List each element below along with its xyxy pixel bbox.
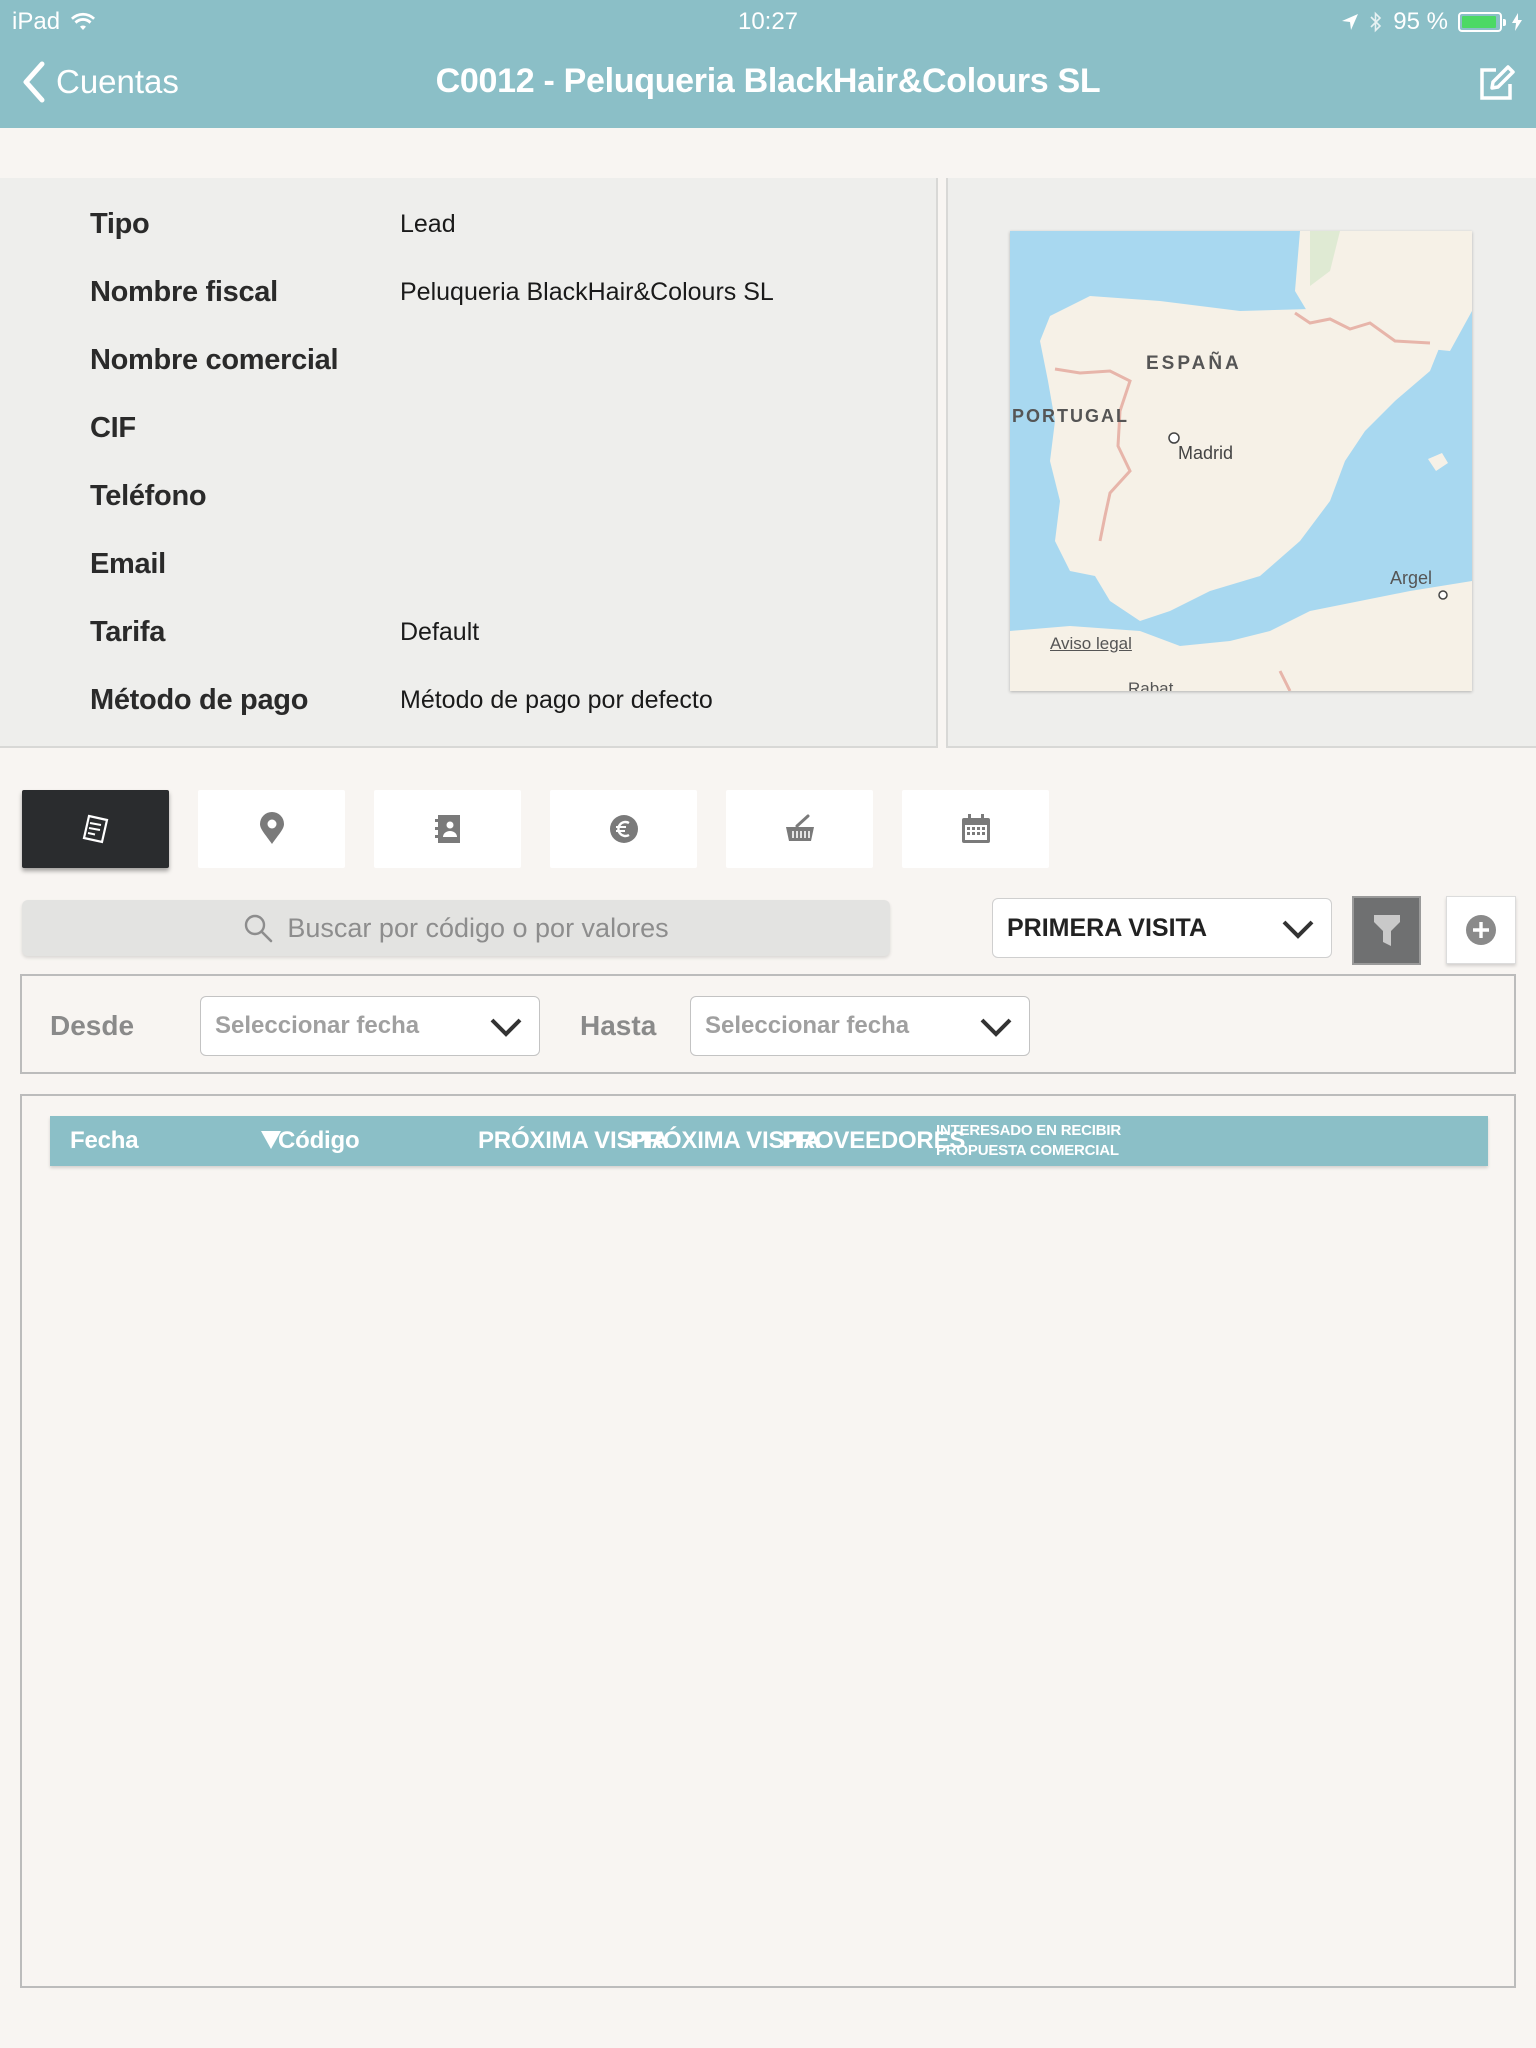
to-date-select[interactable]: Seleccionar fecha <box>690 996 1030 1056</box>
tab-orders[interactable] <box>726 790 873 868</box>
tab-contacts[interactable] <box>374 790 521 868</box>
map-label-argel: Argel <box>1390 568 1433 588</box>
info-row-tarifa: Tarifa Default <box>90 612 479 652</box>
info-row-nombre-fiscal: Nombre fiscal Peluqueria BlackHair&Colou… <box>90 272 774 312</box>
info-row-email: Email <box>90 544 400 584</box>
info-label: Nombre comercial <box>90 343 339 376</box>
to-label: Hasta <box>580 1010 657 1041</box>
add-button[interactable] <box>1446 896 1516 964</box>
tab-location[interactable] <box>198 790 345 868</box>
map-label-espana: ESPAÑA <box>1146 353 1242 374</box>
info-label: Tarifa <box>90 615 166 648</box>
basket-icon <box>785 814 814 841</box>
status-right: 95 % <box>1341 8 1522 36</box>
filter-icon <box>1373 914 1400 946</box>
map-label-madrid: Madrid <box>1178 443 1234 463</box>
map-panel: ESPAÑA PORTUGAL Madrid Argel Rabat Aviso… <box>946 178 1536 748</box>
date-filter-panel: Desde Seleccionar fecha Hasta Selecciona… <box>20 974 1516 1074</box>
header-interesado-line1: INTERESADO EN RECIBIR <box>936 1122 1121 1139</box>
tab-calendar[interactable] <box>902 790 1049 868</box>
chevron-down-icon <box>1282 920 1314 939</box>
info-label: CIF <box>90 411 136 444</box>
info-row-nombre-comercial: Nombre comercial <box>90 340 400 380</box>
visit-type-value: PRIMERA VISITA <box>1007 913 1208 942</box>
from-date-select[interactable]: Seleccionar fecha <box>200 996 540 1056</box>
info-value: Método de pago por defecto <box>400 685 713 714</box>
visit-type-select[interactable]: PRIMERA VISITA <box>992 898 1332 958</box>
battery-percent: 95 % <box>1393 8 1448 35</box>
info-row-telefono: Teléfono <box>90 476 400 516</box>
to-date-placeholder: Seleccionar fecha <box>705 1012 910 1039</box>
filter-button[interactable] <box>1352 896 1421 965</box>
chevron-down-icon <box>490 1018 522 1037</box>
location-pin-icon <box>259 812 284 844</box>
euro-icon <box>609 815 638 843</box>
info-row-cif: CIF <box>90 408 400 448</box>
info-label: Método de pago <box>90 683 309 716</box>
header-interesado[interactable]: INTERESADO EN RECIBIR PROPUESTA COMERCIA… <box>936 1116 1121 1166</box>
contacts-book-icon <box>434 815 460 843</box>
from-label: Desde <box>50 1010 135 1041</box>
header-fecha[interactable]: Fecha <box>70 1116 139 1166</box>
chevron-down-icon <box>980 1018 1012 1037</box>
info-value: Peluqueria BlackHair&Colours SL <box>400 277 774 306</box>
status-bar: iPad 10:27 95 % <box>0 0 1536 40</box>
tab-billing[interactable] <box>550 790 697 868</box>
info-value: Default <box>400 617 480 646</box>
map-label-portugal: PORTUGAL <box>1012 406 1129 426</box>
info-label: Nombre fiscal <box>90 275 278 308</box>
nav-bar: Cuentas C0012 - Peluqueria BlackHair&Col… <box>0 40 1536 128</box>
info-row-tipo: Tipo Lead <box>90 204 456 244</box>
document-icon <box>82 814 108 844</box>
visits-table-panel: Fecha Código PRÓXIMA VISITA PRÓXIMA VISI… <box>20 1094 1516 1988</box>
location-arrow-icon <box>1342 14 1359 30</box>
page-title: C0012 - Peluqueria BlackHair&Colours SL <box>435 62 1101 100</box>
header-codigo[interactable]: Código <box>278 1116 360 1166</box>
table-header: Fecha Código PRÓXIMA VISITA PRÓXIMA VISI… <box>50 1116 1488 1166</box>
info-label: Tipo <box>90 207 150 240</box>
calendar-icon <box>961 814 990 843</box>
battery-icon <box>1458 12 1506 32</box>
edit-icon[interactable] <box>1476 64 1516 104</box>
account-info-panel: Tipo Lead Nombre fiscal Peluqueria Black… <box>0 178 938 748</box>
section-tabs <box>22 790 1049 868</box>
plus-circle-icon <box>1466 915 1496 945</box>
search-placeholder: Buscar por código o por valores <box>287 912 669 943</box>
location-map[interactable]: ESPAÑA PORTUGAL Madrid Argel Rabat Aviso… <box>1010 231 1472 691</box>
status-time: 10:27 <box>737 8 799 35</box>
from-date-placeholder: Seleccionar fecha <box>215 1012 420 1039</box>
info-row-metodo-pago: Método de pago Método de pago por defect… <box>90 680 713 720</box>
info-label: Email <box>90 547 166 580</box>
info-label: Teléfono <box>90 479 207 512</box>
map-label-rabat: Rabat <box>1128 679 1174 691</box>
search-icon <box>245 914 273 943</box>
top-bar: iPad 10:27 95 % Cuentas C0012 - Peluquer… <box>0 0 1536 128</box>
info-value: Lead <box>400 209 456 238</box>
search-input[interactable]: Buscar por código o por valores <box>22 900 890 956</box>
header-interesado-line2: PROPUESTA COMERCIAL <box>936 1142 1119 1159</box>
map-legal-link[interactable]: Aviso legal <box>1050 634 1132 654</box>
charging-bolt-icon <box>1512 13 1522 31</box>
tab-documents[interactable] <box>22 790 169 868</box>
battery-fill <box>1462 16 1497 28</box>
bluetooth-icon <box>1370 11 1382 33</box>
